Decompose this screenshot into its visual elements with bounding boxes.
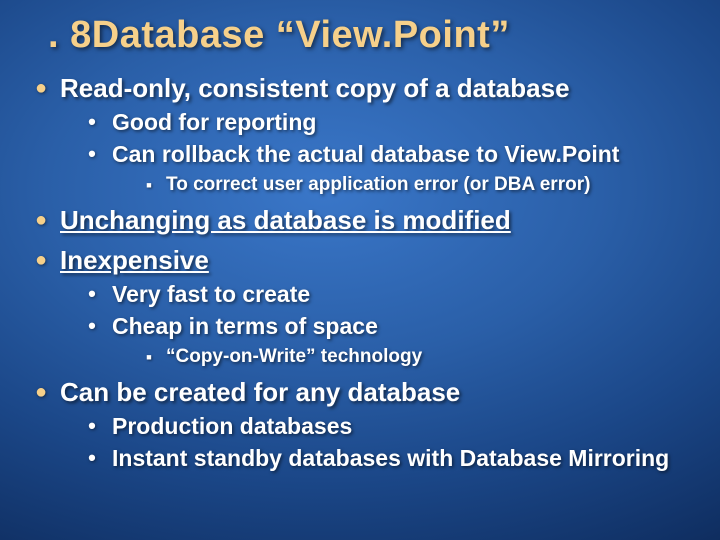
- dot-icon: •: [72, 411, 112, 441]
- bullet-text: “Copy-on-Write” technology: [166, 345, 422, 369]
- bullet-text: Cheap in terms of space: [112, 311, 378, 341]
- disc-icon: ●: [22, 243, 60, 277]
- disc-icon: ●: [22, 71, 60, 105]
- dot-icon: •: [72, 139, 112, 169]
- dot-icon: •: [72, 107, 112, 137]
- bullet-l2: • Can rollback the actual database to Vi…: [72, 139, 698, 169]
- bullet-text: Read-only, consistent copy of a database: [60, 71, 570, 105]
- square-icon: ■: [132, 345, 166, 369]
- bullet-text: Good for reporting: [112, 107, 316, 137]
- dot-icon: •: [72, 279, 112, 309]
- bullet-l2: • Cheap in terms of space: [72, 311, 698, 341]
- square-icon: ■: [132, 173, 166, 197]
- dot-icon: •: [72, 443, 112, 473]
- bullet-l1: ● Can be created for any database: [22, 375, 698, 409]
- bullet-text: Unchanging as database is modified: [60, 203, 511, 237]
- slide: . 8Database “View.Point” ● Read-only, co…: [0, 0, 720, 540]
- bullet-l2: • Instant standby databases with Databas…: [72, 443, 698, 473]
- disc-icon: ●: [22, 375, 60, 409]
- bullet-l3: ■ To correct user application error (or …: [132, 173, 698, 197]
- bullet-text: Inexpensive: [60, 243, 209, 277]
- bullet-text: Production databases: [112, 411, 352, 441]
- bullet-text: Instant standby databases with Database …: [112, 443, 669, 473]
- bullet-l3: ■ “Copy-on-Write” technology: [132, 345, 698, 369]
- bullet-text: Very fast to create: [112, 279, 310, 309]
- bullet-l2: • Production databases: [72, 411, 698, 441]
- disc-icon: ●: [22, 203, 60, 237]
- bullet-l2: • Very fast to create: [72, 279, 698, 309]
- bullet-text: To correct user application error (or DB…: [166, 173, 590, 197]
- bullet-text: Can rollback the actual database to View…: [112, 139, 619, 169]
- dot-icon: •: [72, 311, 112, 341]
- bullet-l1: ● Unchanging as database is modified: [22, 203, 698, 237]
- bullet-l2: • Good for reporting: [72, 107, 698, 137]
- bullet-l1: ● Read-only, consistent copy of a databa…: [22, 71, 698, 105]
- bullet-text: Can be created for any database: [60, 375, 460, 409]
- bullet-l1: ● Inexpensive: [22, 243, 698, 277]
- slide-title: . 8Database “View.Point”: [48, 14, 698, 57]
